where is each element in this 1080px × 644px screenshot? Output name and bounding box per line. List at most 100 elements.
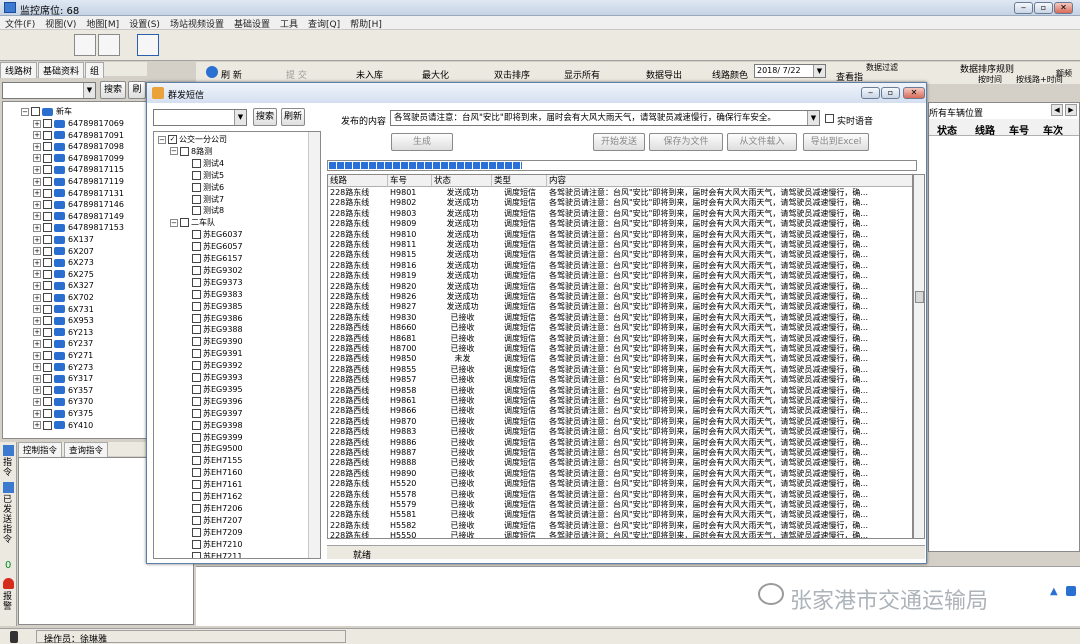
expand-icon[interactable]: + [33, 305, 41, 314]
tree-checkbox[interactable] [43, 281, 52, 291]
vehicle-tree-item[interactable]: +64789817098 [33, 141, 124, 153]
table-header-cell[interactable]: 状态 [937, 122, 957, 137]
menu-item[interactable]: 地图[M] [81, 16, 124, 31]
expand-icon[interactable]: + [33, 339, 41, 348]
table-row[interactable]: 228路西线 H9857 已接收 调度短信 各驾驶员请注意：台风"安比"即将到来，届时会… [328, 375, 912, 385]
tree-checkbox[interactable] [192, 158, 201, 168]
tree-checkbox[interactable] [43, 269, 52, 279]
dialog-search-combo[interactable]: ▼ [153, 109, 247, 126]
company-tree-item[interactable]: 苏EG9391 [182, 348, 243, 360]
collapse-icon[interactable]: − [170, 147, 178, 156]
company-tree-item[interactable]: 苏EG9302 [182, 265, 243, 277]
tree-checkbox[interactable] [43, 130, 52, 140]
tree-checkbox[interactable] [192, 301, 201, 311]
side-sent-label[interactable]: 已发送指令 [3, 495, 14, 545]
tree-checkbox[interactable] [192, 420, 201, 430]
tree-checkbox[interactable] [192, 456, 201, 466]
tree-checkbox[interactable] [192, 408, 201, 418]
tree-checkbox[interactable] [192, 444, 201, 454]
table-row[interactable]: 228路西线 H9890 已接收 调度短信 各驾驶员请注意：台风"安比"即将到来，届时会… [328, 469, 912, 479]
exit-icon[interactable] [137, 34, 159, 56]
table-row[interactable]: 228路西线 H9855 已接收 调度短信 各驾驶员请注意：台风"安比"即将到来，届时会… [328, 365, 912, 375]
company-tree-item[interactable]: 苏EH7206 [182, 503, 242, 515]
tree-checkbox[interactable] [43, 142, 52, 152]
company-tree-item[interactable]: 苏EG9388 [182, 324, 243, 336]
vehicle-tree-item[interactable]: +6X137 [33, 234, 94, 246]
users-icon[interactable] [98, 34, 120, 56]
tree-checkbox[interactable] [192, 527, 201, 537]
dialog-refresh-button[interactable]: 刷新 [281, 108, 305, 126]
grid-header-cell[interactable]: 状态 [432, 175, 492, 187]
grid-scrollbar[interactable] [913, 174, 925, 539]
expand-icon[interactable]: + [33, 363, 41, 372]
menu-item[interactable]: 设置(S) [124, 16, 165, 31]
company-tree-item[interactable]: 苏EG9500 [182, 443, 243, 455]
company-tree-item[interactable]: 苏EG6057 [182, 241, 243, 253]
tree-checkbox[interactable] [43, 211, 52, 221]
company-tree-item[interactable]: − 8路测 [170, 146, 212, 158]
menu-item[interactable]: 场站视频设置 [165, 16, 229, 31]
vehicle-tree-item[interactable]: +6Y273 [33, 362, 93, 374]
wrench-icon[interactable] [1066, 586, 1076, 596]
table-row[interactable]: 228路东线 H9815 发送成功 调度短信 各驾驶员请注意：台风"安比"即将到来，届时… [328, 250, 912, 260]
tree-checkbox[interactable] [192, 337, 201, 347]
vehicle-tree-item[interactable]: +64789817153 [33, 222, 124, 234]
tree-checkbox[interactable] [192, 361, 201, 371]
tree-checkbox[interactable] [192, 468, 201, 478]
tree-scrollbar[interactable] [308, 132, 320, 558]
start-send-button[interactable]: 开始发送 [593, 133, 645, 151]
vehicle-tree-item[interactable]: +6Y317 [33, 373, 93, 385]
tree-checkbox[interactable] [180, 146, 189, 156]
company-tree-item[interactable]: 苏EG9373 [182, 277, 243, 289]
vehicle-tree-item[interactable]: +64789817069 [33, 118, 124, 130]
company-tree-item[interactable]: 苏EH7209 [182, 527, 242, 539]
table-row[interactable]: 228路东线 H9827 发送成功 调度短信 各驾驶员请注意：台风"安比"即将到来，届时… [328, 302, 912, 312]
restore-button[interactable]: ▫ [1034, 2, 1053, 14]
vehicle-tree-item[interactable]: +6Y375 [33, 408, 93, 420]
company-tree-item[interactable]: 苏EG9398 [182, 420, 243, 432]
dialog-close-button[interactable]: ✕ [903, 87, 925, 99]
tree-checkbox[interactable] [192, 254, 201, 263]
table-row[interactable]: 228路东线 H9802 发送成功 调度短信 各驾驶员请注意：台风"安比"即将到来，届时… [328, 198, 912, 208]
tree-checkbox[interactable] [192, 480, 201, 490]
tree-checkbox[interactable] [192, 206, 201, 216]
maximize-label[interactable]: 最大化 [422, 68, 449, 81]
company-tree-item[interactable]: 测试6 [182, 182, 224, 194]
tree-checkbox[interactable] [192, 373, 201, 382]
dialog-restore-button[interactable]: ▫ [881, 87, 900, 99]
company-tree-item[interactable]: − ✓ 公交一分公司 [158, 134, 227, 146]
enter-label[interactable]: 未入库 [356, 68, 383, 81]
tree-checkbox[interactable] [43, 293, 52, 302]
expand-icon[interactable]: + [33, 119, 41, 128]
expand-icon[interactable]: + [33, 421, 41, 430]
company-tree-item[interactable]: 苏EG9395 [182, 384, 243, 396]
expand-icon[interactable]: + [33, 165, 41, 174]
vehicle-tree-item[interactable]: +6X273 [33, 257, 94, 269]
vehicle-tree-item[interactable]: +6X275 [33, 269, 94, 281]
vehicle-tree-item[interactable]: +6X327 [33, 280, 94, 292]
table-row[interactable]: 228路东线 H9801 发送成功 调度短信 各驾驶员请注意：台风"安比"即将到来，届时… [328, 188, 912, 198]
grid-header-cell[interactable]: 类型 [492, 175, 547, 187]
table-row[interactable]: 228路西线 H9866 已接收 调度短信 各驾驶员请注意：台风"安比"即将到来，届时会… [328, 406, 912, 416]
tree-checkbox[interactable] [43, 153, 52, 163]
menu-item[interactable]: 基础设置 [229, 16, 275, 31]
table-header-cell[interactable]: 车号 [1009, 122, 1029, 137]
cmd-tab[interactable]: 控制指令 [18, 442, 63, 458]
user-icon[interactable] [74, 34, 96, 56]
show-all-label[interactable]: 显示所有 [564, 68, 600, 81]
tree-checkbox[interactable] [192, 277, 201, 287]
company-tree-item[interactable]: 苏EG9386 [182, 313, 243, 325]
dialog-minimize-button[interactable]: ‒ [861, 87, 880, 99]
vehicle-tree-item[interactable]: +6Y357 [33, 385, 93, 397]
vehicle-tree-item[interactable]: +6Y213 [33, 327, 93, 339]
company-tree-item[interactable]: 苏EH7162 [182, 491, 242, 503]
left-tab[interactable]: 基础资料 [38, 62, 85, 78]
dblclick-sort-label[interactable]: 双击排序 [494, 68, 530, 81]
tree-checkbox[interactable] [43, 235, 52, 244]
realtime-voice-checkbox[interactable] [825, 114, 834, 123]
table-header-cell[interactable]: 线路 [975, 122, 995, 137]
vehicle-tree-item[interactable]: +6Y237 [33, 338, 93, 350]
grid-header-cell[interactable]: 车号 [388, 175, 432, 187]
tree-checkbox[interactable] [192, 384, 201, 394]
scroll-right-button[interactable]: ▶ [1065, 104, 1077, 116]
